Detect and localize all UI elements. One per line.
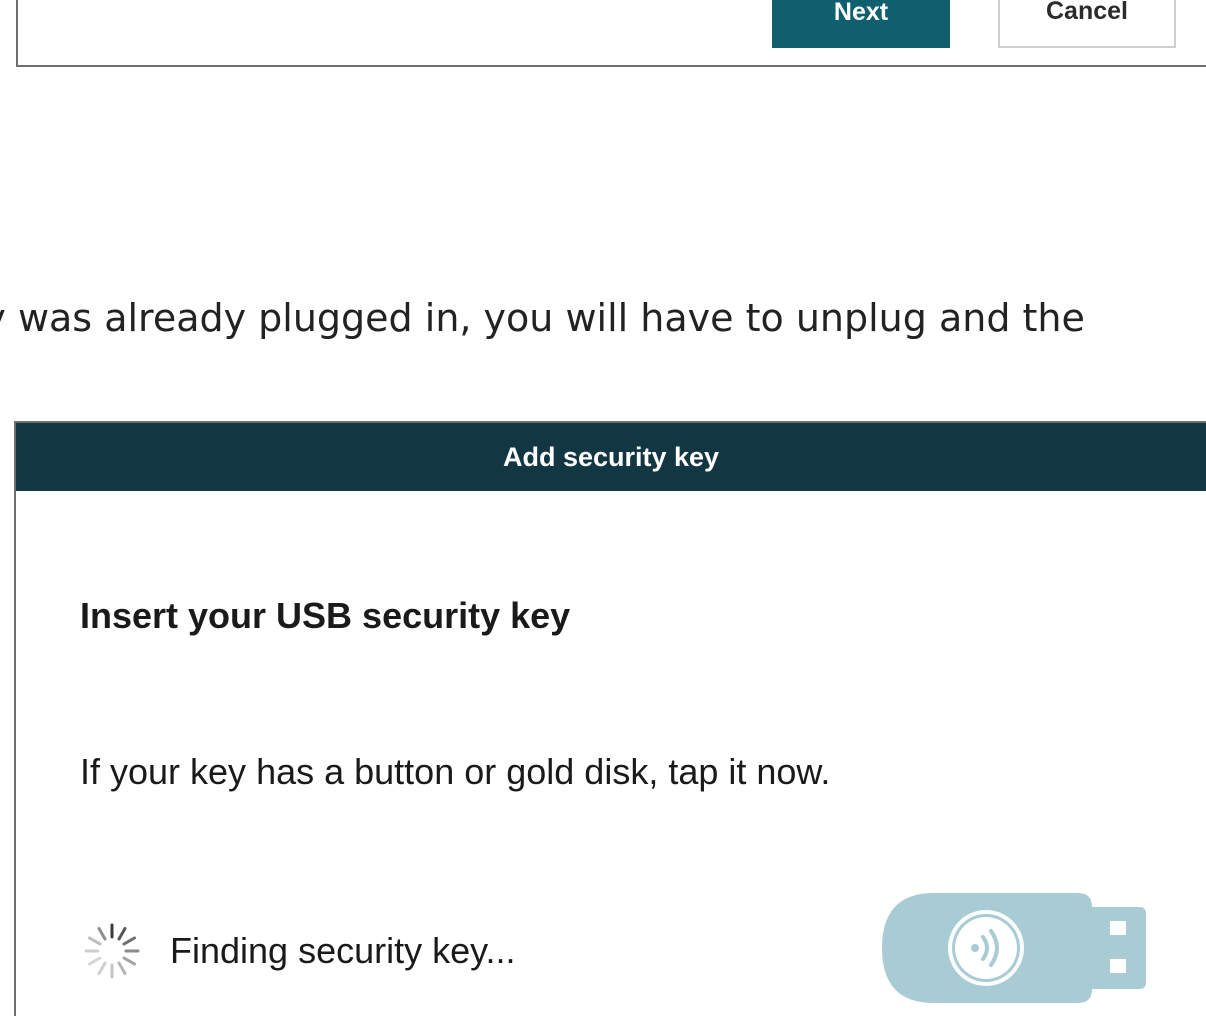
dialog-title: Add security key xyxy=(502,441,720,472)
status-row: Finding security key... xyxy=(80,921,515,981)
cancel-button[interactable]: Cancel xyxy=(998,0,1176,48)
previous-dialog: Next Cancel xyxy=(16,0,1206,67)
usb-security-key-icon xyxy=(882,893,1146,1003)
dialog-title-bar: Add security key xyxy=(16,423,1206,491)
loading-spinner-icon xyxy=(84,923,140,979)
add-security-key-dialog: Add security key Insert your USB securit… xyxy=(14,421,1206,1016)
status-text: Finding security key... xyxy=(170,930,516,971)
instruction-text: ey was already plugged in, you will have… xyxy=(0,296,1085,340)
dialog-heading: Insert your USB security key xyxy=(80,595,571,636)
dialog-hint-text: If your key has a button or gold disk, t… xyxy=(80,751,831,792)
screenshot-canvas: Next Cancel ey was already plugged in, y… xyxy=(0,0,1206,1016)
next-button[interactable]: Next xyxy=(772,0,950,48)
